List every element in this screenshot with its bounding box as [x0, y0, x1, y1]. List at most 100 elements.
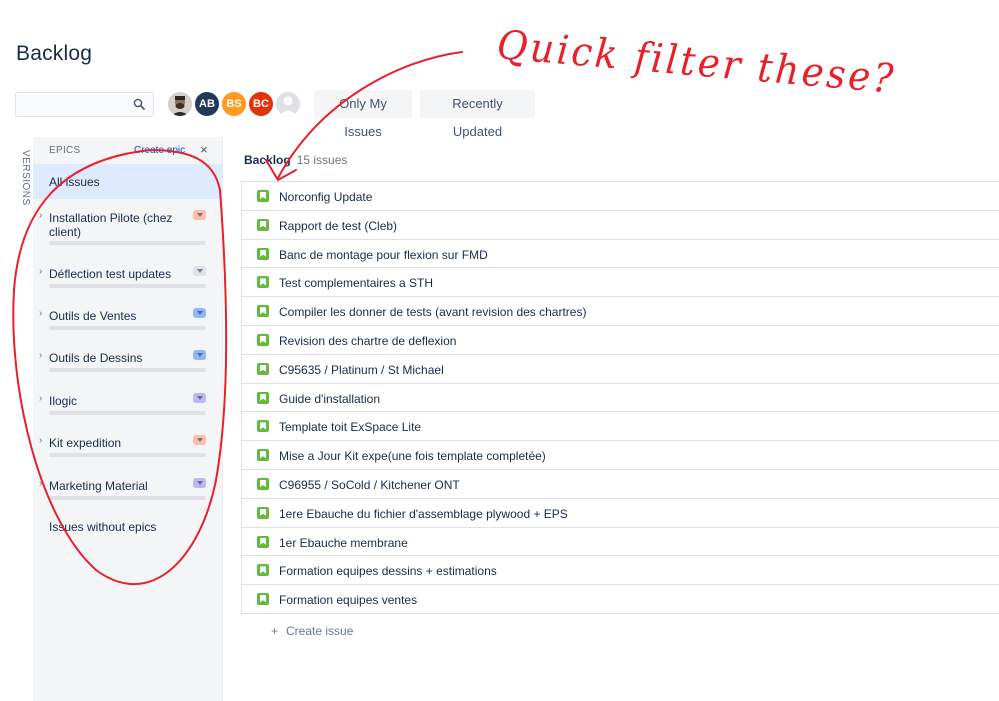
chevron-right-icon[interactable]: ›	[39, 478, 42, 489]
epic-color-dropdown[interactable]	[193, 435, 206, 445]
epic-item[interactable]: › Kit expedition	[33, 434, 223, 460]
issue-summary: Compiler les donner de tests (avant revi…	[279, 305, 587, 320]
chevron-right-icon[interactable]: ›	[39, 266, 42, 277]
search-icon[interactable]	[133, 98, 145, 110]
backlog-label: Backlog	[244, 153, 291, 167]
epic-color-dropdown[interactable]	[193, 350, 206, 360]
epic-filter-issues-without-epics[interactable]: Issues without epics	[49, 520, 156, 534]
create-epic-link[interactable]: Create epic	[134, 145, 192, 156]
avatar-user-photo[interactable]	[166, 90, 194, 118]
issue-row[interactable]: 1ere Ebauche du fichier d'assemblage ply…	[242, 498, 999, 528]
issue-row[interactable]: Formation equipes dessins + estimations	[242, 556, 999, 586]
issue-row[interactable]: Norconfig Update	[242, 182, 999, 211]
epic-color-dropdown[interactable]	[193, 308, 206, 318]
chevron-right-icon[interactable]: ›	[39, 210, 42, 221]
epic-progress-bar	[49, 326, 206, 330]
issue-row[interactable]: Revision des chartre de deflexion	[242, 325, 999, 355]
epic-progress-bar	[49, 241, 206, 245]
issue-summary: Banc de montage pour flexion sur FMD	[279, 247, 488, 262]
epic-filter-all-issues[interactable]: All issues	[33, 164, 223, 199]
issue-count: 15 issues	[296, 153, 348, 167]
epic-progress-bar	[49, 368, 206, 372]
epic-item[interactable]: › Installation Pilote (chez client)	[33, 209, 223, 249]
story-icon	[257, 477, 269, 490]
epics-header: EPICS Create epic ×	[33, 137, 223, 163]
epic-item[interactable]: › Déflection test updates	[33, 265, 223, 291]
epic-name: Kit expedition	[49, 436, 122, 450]
epics-title: EPICS	[49, 145, 81, 156]
epics-panel: EPICS Create epic × All issues › Install…	[33, 137, 223, 701]
issue-row[interactable]: Template toit ExSpace Lite	[242, 412, 999, 442]
issue-row[interactable]: Formation equipes ventes	[242, 585, 999, 614]
epic-item[interactable]: › Marketing Material	[33, 477, 223, 503]
search-field[interactable]	[15, 92, 154, 117]
epic-item[interactable]: › Outils de Ventes	[33, 307, 223, 333]
story-icon	[257, 449, 269, 462]
chevron-right-icon[interactable]: ›	[39, 435, 42, 446]
issue-row[interactable]: Mise a Jour Kit expe(une fois template c…	[242, 441, 999, 470]
epic-name: Outils de Dessins	[49, 351, 143, 365]
epic-color-dropdown[interactable]	[193, 210, 206, 220]
create-issue-label: Create issue	[286, 624, 354, 638]
epic-name: Marketing Material	[49, 479, 148, 493]
story-icon	[257, 506, 269, 519]
quick-filter-recently-updated[interactable]: Recently Updated	[420, 90, 535, 139]
issue-summary: Norconfig Update	[279, 190, 373, 204]
story-icon	[257, 420, 269, 433]
story-icon	[257, 333, 269, 346]
issue-summary: Template toit ExSpace Lite	[279, 420, 422, 435]
issue-summary: 1ere Ebauche du fichier d'assemblage ply…	[279, 506, 568, 521]
issue-summary: Test complementaires a STH	[279, 276, 434, 291]
issue-row[interactable]: Test complementaires a STH	[242, 268, 999, 298]
epic-progress-bar	[49, 284, 206, 288]
story-icon	[257, 593, 269, 606]
epic-color-dropdown[interactable]	[193, 393, 206, 403]
story-icon	[257, 276, 269, 289]
epic-name: Ilogic	[49, 394, 78, 408]
issue-row[interactable]: C95635 / Platinum / St Michael	[242, 354, 999, 384]
epic-progress-bar	[49, 411, 206, 415]
issue-list: Norconfig Update Rapport de test (Cleb) Ba…	[241, 181, 999, 614]
issue-row[interactable]: Compiler les donner de tests (avant revi…	[242, 297, 999, 326]
backlog-header: Backlog 15 issues	[244, 151, 347, 169]
issue-summary: Rapport de test (Cleb)	[279, 218, 398, 233]
epic-name: Installation Pilote (chez client)	[49, 211, 173, 239]
epic-item[interactable]: › Outils de Dessins	[33, 349, 223, 375]
issue-row[interactable]: Banc de montage pour flexion sur FMD	[242, 239, 999, 269]
issue-row[interactable]: Guide d'installation	[242, 383, 999, 413]
story-icon	[257, 218, 269, 231]
versions-tab[interactable]: VERSIONS	[15, 150, 31, 210]
epic-progress-bar	[49, 496, 206, 500]
issue-summary: Formation equipes ventes	[279, 593, 418, 608]
issue-summary: Guide d'installation	[279, 391, 381, 406]
epic-item[interactable]: › Ilogic	[33, 392, 223, 418]
issue-row[interactable]: Rapport de test (Cleb)	[242, 210, 999, 240]
create-issue-button[interactable]: + Create issue	[271, 624, 353, 638]
epic-name: Déflection test updates	[49, 267, 172, 281]
search-input[interactable]	[16, 93, 126, 116]
avatar-ab[interactable]: AB	[193, 90, 221, 118]
epic-progress-bar	[49, 453, 206, 457]
user-photo-icon	[168, 92, 192, 116]
avatar-bs[interactable]: BS	[220, 90, 248, 118]
chevron-right-icon[interactable]: ›	[39, 308, 42, 319]
epic-color-dropdown[interactable]	[193, 478, 206, 488]
quick-filter-only-my-issues[interactable]: Only My Issues	[314, 90, 412, 139]
issue-row[interactable]: C96955 / SoCold / Kitchener ONT	[242, 469, 999, 499]
epic-name: Outils de Ventes	[49, 309, 137, 323]
chevron-right-icon[interactable]: ›	[39, 350, 42, 361]
issue-summary: Formation equipes dessins + estimations	[279, 564, 497, 579]
chevron-right-icon[interactable]: ›	[39, 393, 42, 404]
avatar-unassigned[interactable]	[274, 90, 302, 118]
annotation-text: Quick filter these?	[495, 22, 897, 103]
epic-color-dropdown[interactable]	[193, 266, 206, 276]
issue-summary: 1er Ebauche membrane	[279, 535, 408, 550]
issue-summary: Mise a Jour Kit expe(une fois template c…	[279, 449, 546, 464]
close-icon[interactable]: ×	[200, 142, 208, 157]
avatar-bc[interactable]: BC	[247, 90, 275, 118]
person-icon	[276, 92, 300, 116]
issue-summary: Revision des chartre de deflexion	[279, 333, 457, 348]
story-icon	[257, 247, 269, 260]
all-issues-label: All issues	[49, 175, 100, 189]
issue-row[interactable]: 1er Ebauche membrane	[242, 527, 999, 557]
